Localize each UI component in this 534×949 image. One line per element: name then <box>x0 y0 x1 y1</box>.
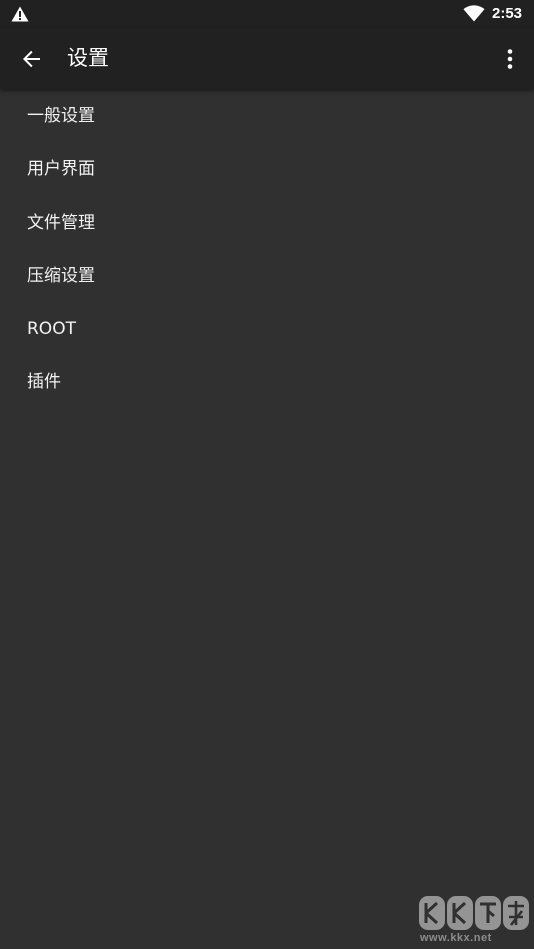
warning-icon <box>11 6 29 22</box>
more-vert-icon[interactable] <box>496 45 524 73</box>
page-title: 设置 <box>67 46 109 70</box>
settings-item-general[interactable]: 一般设置 <box>0 90 534 143</box>
arrow-left-icon[interactable] <box>18 45 46 73</box>
watermark: www.kkx.net <box>418 893 530 945</box>
settings-item-compression[interactable]: 压缩设置 <box>0 250 534 303</box>
settings-item-plugins[interactable]: 插件 <box>0 356 534 409</box>
settings-item-file-management[interactable]: 文件管理 <box>0 197 534 250</box>
settings-list: 一般设置 用户界面 文件管理 压缩设置 ROOT 插件 <box>0 90 534 410</box>
watermark-url: www.kkx.net <box>420 932 492 944</box>
settings-item-user-interface[interactable]: 用户界面 <box>0 143 534 196</box>
status-time: 2:53 <box>492 5 523 22</box>
toolbar: 设置 <box>0 28 534 89</box>
status-bar: 2:53 <box>0 0 534 28</box>
settings-item-root[interactable]: ROOT <box>0 303 534 356</box>
watermark-logo <box>419 896 529 930</box>
wifi-icon <box>463 5 485 22</box>
